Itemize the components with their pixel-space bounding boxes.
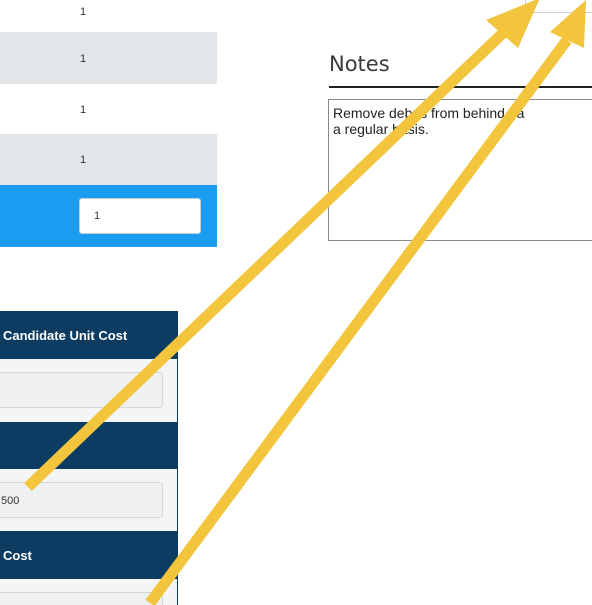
cost-panel-body — [0, 359, 178, 422]
cost-value-field[interactable] — [0, 592, 163, 605]
partial-top-input[interactable] — [525, 0, 592, 13]
table-row: 1 — [0, 32, 217, 84]
notes-textarea[interactable]: Remove debris from behind ba a regular b… — [328, 99, 592, 241]
quantity-value: 1 — [80, 154, 87, 166]
table-row: 1 — [0, 0, 217, 32]
cost-section-header — [0, 422, 178, 469]
table-row: 1 — [0, 134, 217, 185]
unit-cost-value-field[interactable]: 500 — [0, 482, 163, 518]
quantity-value: 1 — [80, 104, 87, 116]
notes-heading: Notes — [329, 50, 592, 88]
candidate-unit-cost-header: Candidate Unit Cost — [0, 311, 178, 359]
table-row: 1 — [0, 84, 217, 134]
quantity-value: 1 — [80, 53, 87, 65]
cost-panel-body: 500 — [0, 469, 178, 531]
cost-header: Cost — [0, 531, 178, 579]
quantity-input[interactable]: 1 — [79, 198, 201, 234]
quantity-value: 1 — [80, 6, 87, 18]
candidate-unit-cost-field[interactable] — [0, 372, 163, 408]
cost-panel-body — [0, 579, 178, 605]
